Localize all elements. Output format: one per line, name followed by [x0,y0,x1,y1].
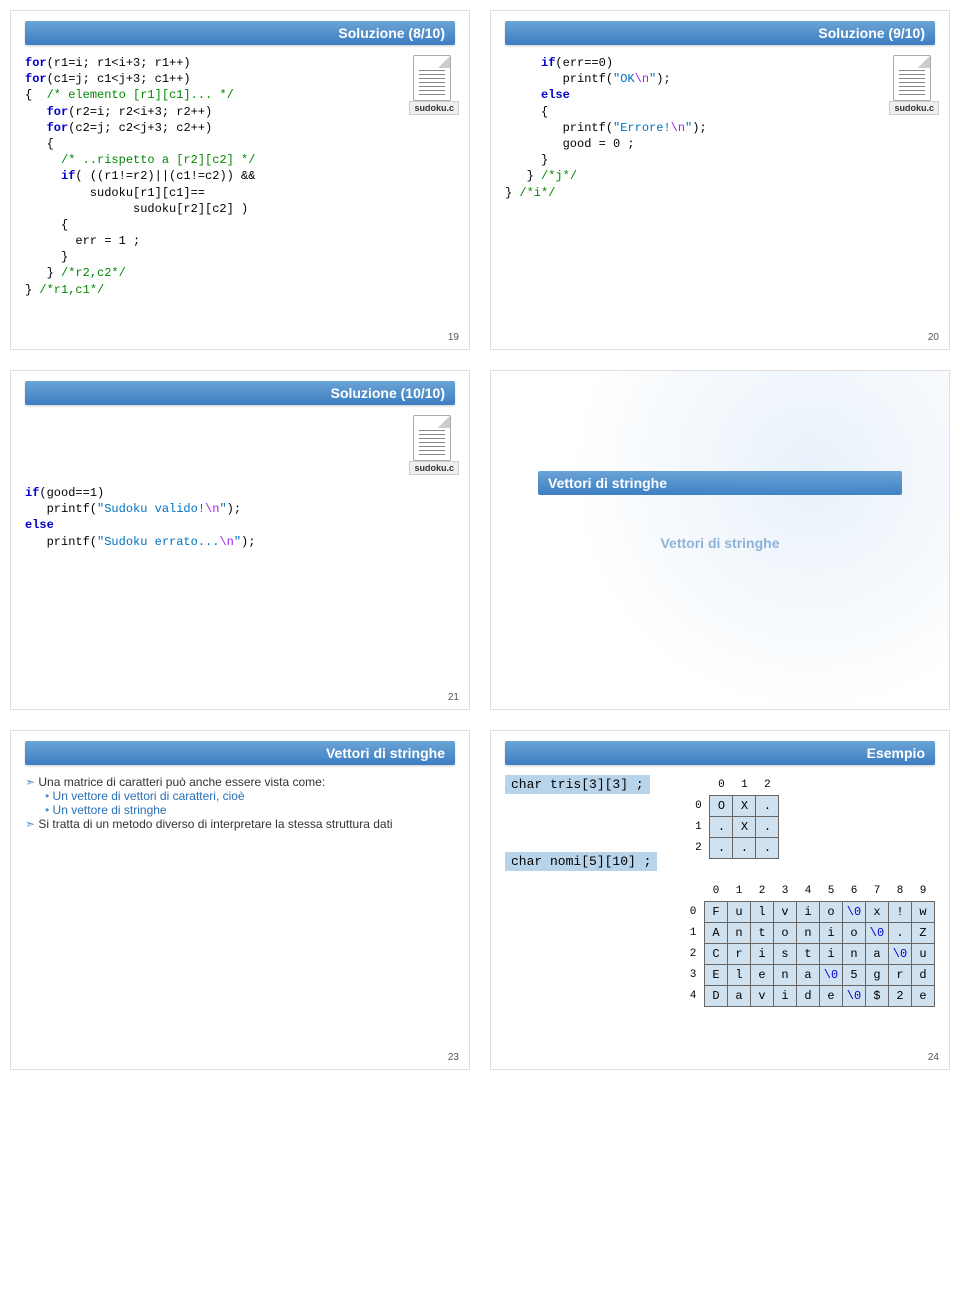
code-decl-nomi: char nomi[5][10] ; [505,852,657,871]
page-number: 20 [928,332,939,343]
slide-esempio: Esempio char tris[3][3] ; char nomi[5][1… [490,730,950,1070]
slide-title-vettori: Vettori di stringhe Vettori di stringhe [490,370,950,710]
file-icon [413,55,451,101]
slide-soluzione-8: Soluzione (8/10) sudoku.c for(r1=i; r1<i… [10,10,470,350]
file-icon [413,415,451,461]
file-label: sudoku.c [889,101,939,115]
file-icon [893,55,931,101]
code-block: if(err==0) printf("OK\n"); else { printf… [505,55,935,201]
file-label: sudoku.c [409,101,459,115]
section-subtitle: Vettori di stringhe [660,535,779,551]
page-number: 21 [448,692,459,703]
bullet-item: Una matrice di caratteri può anche esser… [25,775,455,789]
bullet-item: Si tratta di un metodo diverso di interp… [25,817,455,831]
slide-vettori-stringhe: Vettori di stringhe Una matrice di carat… [10,730,470,1070]
code-block: if(good==1) printf("Sudoku valido!\n"); … [25,485,455,550]
code-decl-tris: char tris[3][3] ; [505,775,650,794]
slide-title: Soluzione (9/10) [505,21,935,45]
bullet-subitem: Un vettore di vettori di caratteri, cioè [45,789,455,803]
slide-title: Soluzione (8/10) [25,21,455,45]
bullet-subitem: Un vettore di stringhe [45,803,455,817]
bullet-list: Una matrice di caratteri può anche esser… [25,775,455,831]
slide-title: Esempio [505,741,935,765]
slide-soluzione-10: Soluzione (10/10) sudoku.c if(good==1) p… [10,370,470,710]
slide-soluzione-9: Soluzione (9/10) sudoku.c if(err==0) pri… [490,10,950,350]
page-number: 24 [928,1052,939,1063]
tris-table-container: 0120OX.1.X.2... [687,775,779,859]
slide-title: Soluzione (10/10) [25,381,455,405]
page-number: 19 [448,332,459,343]
slide-title: Vettori di stringhe [25,741,455,765]
page-number: 23 [448,1052,459,1063]
tris-table: 0120OX.1.X.2... [687,775,779,859]
file-label: sudoku.c [409,461,459,475]
section-title: Vettori di stringhe [538,471,902,495]
code-block: for(r1=i; r1<i+3; r1++) for(c1=j; c1<j+3… [25,55,455,298]
nomi-table: 01234567890Fulvio\0x!w1Antonio\0.Z2Crist… [682,881,935,1007]
